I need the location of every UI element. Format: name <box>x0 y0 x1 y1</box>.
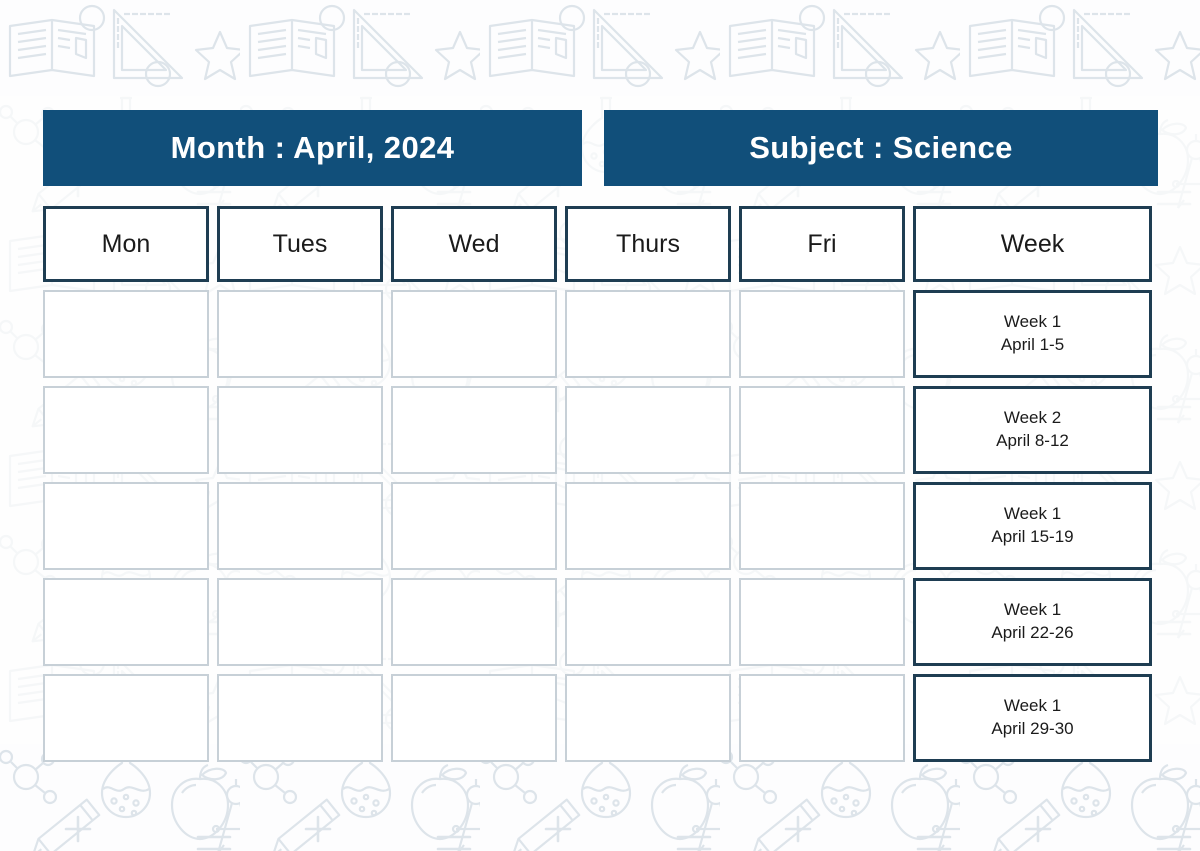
subject-title-bar: Subject : Science <box>604 110 1158 186</box>
title-bar-group: Month : April, 2024 Subject : Science <box>43 110 1158 186</box>
table-row: Week 2 April 8-12 <box>43 386 1158 474</box>
week-cell-4: Week 1 April 22-26 <box>913 578 1152 666</box>
column-header-week: Week <box>913 206 1152 282</box>
column-header-thurs: Thurs <box>565 206 731 282</box>
column-header-mon: Mon <box>43 206 209 282</box>
table-row: Week 1 April 15-19 <box>43 482 1158 570</box>
day-cell-thurs-week2[interactable] <box>565 386 731 474</box>
week-cell-1: Week 1 April 1-5 <box>913 290 1152 378</box>
month-title-bar: Month : April, 2024 <box>43 110 582 186</box>
week-cell-3: Week 1 April 15-19 <box>913 482 1152 570</box>
week-label: Week 1 <box>1003 600 1062 620</box>
day-cell-fri-week2[interactable] <box>739 386 905 474</box>
day-cell-mon-week5[interactable] <box>43 674 209 762</box>
day-cell-tues-week3[interactable] <box>217 482 383 570</box>
day-cell-mon-week1[interactable] <box>43 290 209 378</box>
day-cell-mon-week4[interactable] <box>43 578 209 666</box>
week-dates: April 8-12 <box>996 431 1069 450</box>
week-label: Week 1 <box>1003 696 1062 716</box>
column-header-fri: Fri <box>739 206 905 282</box>
day-cell-wed-week5[interactable] <box>391 674 557 762</box>
day-cell-mon-week2[interactable] <box>43 386 209 474</box>
day-cell-thurs-week1[interactable] <box>565 290 731 378</box>
day-cell-fri-week5[interactable] <box>739 674 905 762</box>
day-cell-tues-week2[interactable] <box>217 386 383 474</box>
column-header-wed: Wed <box>391 206 557 282</box>
week-dates: April 1-5 <box>1000 335 1065 354</box>
day-cell-wed-week4[interactable] <box>391 578 557 666</box>
week-cell-5: Week 1 April 29-30 <box>913 674 1152 762</box>
week-dates: April 22-26 <box>991 623 1074 642</box>
day-cell-tues-week1[interactable] <box>217 290 383 378</box>
day-cell-thurs-week4[interactable] <box>565 578 731 666</box>
table-row: Week 1 April 22-26 <box>43 578 1158 666</box>
planner-grid: Mon Tues Wed Thurs Fri Week Week 1 April… <box>43 206 1158 770</box>
day-cell-mon-week3[interactable] <box>43 482 209 570</box>
table-row: Week 1 April 29-30 <box>43 674 1158 762</box>
week-dates: April 15-19 <box>991 527 1074 546</box>
day-cell-fri-week4[interactable] <box>739 578 905 666</box>
day-cell-fri-week3[interactable] <box>739 482 905 570</box>
week-cell-2: Week 2 April 8-12 <box>913 386 1152 474</box>
weekday-header-row: Mon Tues Wed Thurs Fri Week <box>43 206 1158 282</box>
day-cell-wed-week2[interactable] <box>391 386 557 474</box>
day-cell-fri-week1[interactable] <box>739 290 905 378</box>
day-cell-tues-week5[interactable] <box>217 674 383 762</box>
week-dates: April 29-30 <box>991 719 1074 738</box>
column-header-tues: Tues <box>217 206 383 282</box>
day-cell-wed-week1[interactable] <box>391 290 557 378</box>
week-label: Week 1 <box>1003 312 1062 332</box>
day-cell-thurs-week5[interactable] <box>565 674 731 762</box>
table-row: Week 1 April 1-5 <box>43 290 1158 378</box>
week-label: Week 1 <box>1003 504 1062 524</box>
planner-page: Month : April, 2024 Subject : Science Mo… <box>0 0 1200 851</box>
day-cell-thurs-week3[interactable] <box>565 482 731 570</box>
week-label: Week 2 <box>1003 408 1062 428</box>
day-cell-tues-week4[interactable] <box>217 578 383 666</box>
day-cell-wed-week3[interactable] <box>391 482 557 570</box>
